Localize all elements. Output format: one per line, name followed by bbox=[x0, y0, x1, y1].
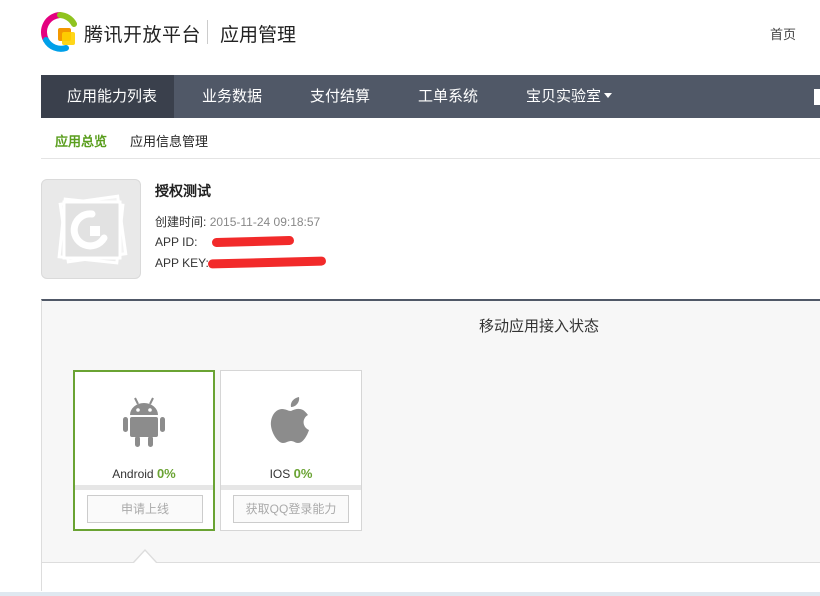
nav-item-label: 应用能力列表 bbox=[67, 88, 158, 105]
header-divider bbox=[207, 20, 208, 44]
platform-percent: 0% bbox=[293, 466, 313, 481]
app-icon-placeholder bbox=[41, 179, 141, 279]
subnav-item-app-overview[interactable]: 应用总览 bbox=[55, 131, 107, 150]
app-key-label: APP KEY: bbox=[155, 256, 209, 270]
nav-item-label: 支付结算 bbox=[310, 88, 371, 105]
page-subtitle: 应用管理 bbox=[220, 25, 297, 46]
tencent-open-logo-icon[interactable] bbox=[40, 12, 80, 52]
bottom-border bbox=[0, 592, 820, 596]
app-placeholder-icon bbox=[57, 194, 128, 265]
main-nav: 应用能力列表 业务数据 支付结算 工单系统 宝贝实验室 bbox=[41, 75, 820, 142]
card-separator bbox=[221, 485, 361, 490]
platform-name: Android bbox=[112, 467, 154, 481]
app-id-redaction bbox=[211, 235, 295, 248]
brand-title: 腾讯开放平台 bbox=[84, 25, 202, 46]
app-name: 授权测试 bbox=[155, 183, 211, 199]
nav-item-business-data[interactable]: 业务数据 bbox=[202, 75, 262, 118]
platform-label-ios: IOS 0% bbox=[221, 466, 361, 481]
apple-icon bbox=[270, 397, 309, 443]
nav-item-label: 宝贝实验室 bbox=[526, 88, 602, 105]
status-title: 移动应用接入状态 bbox=[479, 318, 600, 335]
apply-online-button[interactable]: 申请上线 bbox=[87, 495, 203, 523]
app-key-redaction bbox=[207, 256, 327, 269]
nav-item-label: 工单系统 bbox=[418, 88, 479, 105]
app-id-line: APP ID: bbox=[155, 235, 197, 249]
lower-panel bbox=[41, 563, 820, 591]
android-icon bbox=[123, 397, 165, 447]
app-id-label: APP ID: bbox=[155, 235, 198, 249]
nav-search-box[interactable] bbox=[814, 89, 820, 105]
sub-nav: 应用总览 应用信息管理 bbox=[41, 118, 820, 159]
mobile-access-status-panel: 移动应用接入状态 Android 0% 申请上线 IOS 0% 获取QQ登录能力 bbox=[41, 299, 820, 563]
header: 腾讯开放平台 应用管理 首页 bbox=[0, 0, 820, 75]
nav-item-baby-lab[interactable]: 宝贝实验室 bbox=[526, 75, 613, 118]
platform-card-android[interactable]: Android 0% 申请上线 bbox=[73, 370, 215, 531]
home-link[interactable]: 首页 bbox=[770, 24, 796, 43]
nav-item-label: 业务数据 bbox=[202, 88, 263, 105]
nav-item-ticket-system[interactable]: 工单系统 bbox=[418, 75, 478, 118]
get-qq-login-button[interactable]: 获取QQ登录能力 bbox=[233, 495, 349, 523]
created-time-value: 2015-11-24 09:18:57 bbox=[209, 215, 321, 229]
platform-name: IOS bbox=[269, 467, 291, 481]
created-time-line: 创建时间: 2015-11-24 09:18:57 bbox=[155, 213, 320, 230]
card-separator bbox=[75, 485, 213, 490]
platform-label-android: Android 0% bbox=[75, 466, 213, 481]
app-key-line: APP KEY: bbox=[155, 256, 209, 270]
created-time-label: 创建时间: bbox=[155, 215, 207, 229]
subnav-item-app-info-management[interactable]: 应用信息管理 bbox=[130, 131, 208, 150]
platform-card-ios[interactable]: IOS 0% 获取QQ登录能力 bbox=[220, 370, 362, 531]
pointer-arrow bbox=[134, 551, 156, 563]
platform-percent: 0% bbox=[156, 466, 176, 481]
nav-item-app-capability-list[interactable]: 应用能力列表 bbox=[41, 75, 174, 142]
nav-item-payment-settlement[interactable]: 支付结算 bbox=[310, 75, 370, 118]
caret-down-icon bbox=[604, 93, 613, 99]
